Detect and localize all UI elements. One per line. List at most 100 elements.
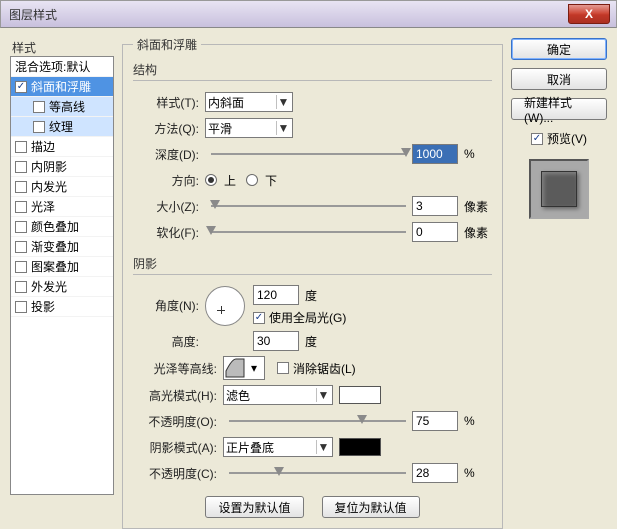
antialias-checkbox[interactable]: 消除锯齿(L) bbox=[277, 360, 356, 377]
altitude-input[interactable]: 30 bbox=[253, 331, 299, 351]
technique-combo[interactable]: 平滑 ▼ bbox=[205, 118, 293, 138]
close-button[interactable]: X bbox=[568, 4, 610, 24]
chevron-down-icon: ▼ bbox=[316, 388, 330, 402]
list-item-label: 图案叠加 bbox=[31, 258, 79, 275]
direction-up-radio[interactable]: 上 bbox=[205, 172, 236, 189]
shadow-opacity-input[interactable]: 28 bbox=[412, 463, 458, 483]
list-item-label: 渐变叠加 bbox=[31, 238, 79, 255]
list-item-label: 描边 bbox=[31, 138, 55, 155]
size-unit: 像素 bbox=[464, 198, 492, 215]
styles-list[interactable]: 混合选项:默认 ✓ 斜面和浮雕等高线纹理描边内阴影内发光光泽颜色叠加渐变叠加图案叠加… bbox=[10, 56, 114, 495]
list-item[interactable]: 内发光 bbox=[11, 177, 113, 197]
list-item[interactable]: 描边 bbox=[11, 137, 113, 157]
technique-label: 方法(Q): bbox=[133, 120, 205, 137]
list-item[interactable]: 图案叠加 bbox=[11, 257, 113, 277]
checkbox-icon bbox=[15, 201, 27, 213]
style-combo[interactable]: 内斜面 ▼ bbox=[205, 92, 293, 112]
shadow-opacity-slider[interactable] bbox=[229, 464, 406, 482]
checkbox-icon bbox=[33, 101, 45, 113]
highlight-opacity-slider[interactable] bbox=[229, 412, 406, 430]
ok-button[interactable]: 确定 bbox=[511, 38, 607, 60]
angle-input[interactable]: 120 bbox=[253, 285, 299, 305]
list-item[interactable]: 投影 bbox=[11, 297, 113, 317]
bevel-group: 斜面和浮雕 结构 样式(T): 内斜面 ▼ 方法(Q): 平滑 ▼ 深度(D): 1… bbox=[122, 36, 503, 529]
list-item[interactable]: 内阴影 bbox=[11, 157, 113, 177]
highlight-mode-combo[interactable]: 滤色▼ bbox=[223, 385, 333, 405]
list-item[interactable]: 纹理 bbox=[11, 117, 113, 137]
size-slider[interactable] bbox=[211, 197, 406, 215]
global-light-checkbox[interactable]: ✓使用全局光(G) bbox=[253, 309, 346, 326]
list-item-label: 等高线 bbox=[49, 98, 85, 115]
list-item[interactable]: 渐变叠加 bbox=[11, 237, 113, 257]
titlebar[interactable]: 图层样式 X bbox=[0, 0, 617, 28]
technique-value: 平滑 bbox=[208, 120, 232, 137]
direction-down-radio[interactable]: 下 bbox=[246, 172, 277, 189]
angle-label: 角度(N): bbox=[133, 297, 205, 314]
make-default-button[interactable]: 设置为默认值 bbox=[205, 496, 303, 518]
size-label: 大小(Z): bbox=[133, 198, 205, 215]
list-item-label: 颜色叠加 bbox=[31, 218, 79, 235]
highlight-color-swatch[interactable] bbox=[339, 386, 381, 404]
chevron-down-icon: ▾ bbox=[246, 361, 262, 375]
list-item[interactable]: ✓ 斜面和浮雕 bbox=[11, 77, 113, 97]
list-item-label: 内阴影 bbox=[31, 158, 67, 175]
structure-legend: 结构 bbox=[133, 61, 492, 78]
gloss-contour-picker[interactable]: ▾ bbox=[223, 356, 265, 380]
list-item[interactable]: 颜色叠加 bbox=[11, 217, 113, 237]
list-item-label: 外发光 bbox=[31, 278, 67, 295]
preview-thumbnail bbox=[529, 159, 589, 219]
depth-label: 深度(D): bbox=[133, 146, 205, 163]
checkbox-icon bbox=[15, 221, 27, 233]
depth-slider[interactable] bbox=[211, 145, 406, 163]
contour-icon bbox=[224, 357, 246, 379]
cancel-button[interactable]: 取消 bbox=[511, 68, 607, 90]
reset-default-button[interactable]: 复位为默认值 bbox=[322, 496, 420, 518]
checkbox-icon bbox=[15, 261, 27, 273]
depth-input[interactable]: 1000 bbox=[412, 144, 458, 164]
new-style-button[interactable]: 新建样式(W)... bbox=[511, 98, 607, 120]
angle-dial[interactable] bbox=[205, 286, 245, 326]
depth-unit: % bbox=[464, 147, 492, 161]
style-value: 内斜面 bbox=[208, 94, 244, 111]
style-label: 样式(T): bbox=[133, 94, 205, 111]
checkbox-icon bbox=[15, 181, 27, 193]
list-item-label: 投影 bbox=[31, 298, 55, 315]
list-item-label: 光泽 bbox=[31, 198, 55, 215]
list-item[interactable]: 光泽 bbox=[11, 197, 113, 217]
gloss-label: 光泽等高线: bbox=[133, 360, 223, 377]
shading-legend: 阴影 bbox=[133, 255, 492, 272]
soften-input[interactable]: 0 bbox=[412, 222, 458, 242]
list-item[interactable]: 混合选项:默认 bbox=[11, 57, 113, 77]
chevron-down-icon: ▼ bbox=[316, 440, 330, 454]
structure-group: 结构 样式(T): 内斜面 ▼ 方法(Q): 平滑 ▼ 深度(D): 1000 % bbox=[133, 61, 492, 247]
preview-checkbox[interactable]: ✓预览(V) bbox=[511, 130, 607, 147]
list-item-label: 内发光 bbox=[31, 178, 67, 195]
shading-group: 阴影 角度(N): 120 度 ✓使用全局光(G) 高度: bbox=[133, 255, 492, 488]
shadow-opacity-label: 不透明度(C): bbox=[133, 465, 223, 482]
styles-header: 样式 bbox=[10, 36, 114, 56]
list-item[interactable]: 等高线 bbox=[11, 97, 113, 117]
direction-label: 方向: bbox=[133, 172, 205, 189]
shadow-color-swatch[interactable] bbox=[339, 438, 381, 456]
list-item[interactable]: 外发光 bbox=[11, 277, 113, 297]
highlight-opacity-input[interactable]: 75 bbox=[412, 411, 458, 431]
soften-unit: 像素 bbox=[464, 224, 492, 241]
shadow-mode-label: 阴影模式(A): bbox=[133, 439, 223, 456]
checkbox-icon: ✓ bbox=[15, 81, 27, 93]
checkbox-icon bbox=[15, 281, 27, 293]
altitude-label: 高度: bbox=[133, 333, 205, 350]
list-item-label: 混合选项:默认 bbox=[15, 58, 90, 75]
chevron-down-icon: ▼ bbox=[276, 121, 290, 135]
angle-unit: 度 bbox=[305, 287, 317, 304]
shadow-mode-combo[interactable]: 正片叠底▼ bbox=[223, 437, 333, 457]
soften-slider[interactable] bbox=[211, 223, 406, 241]
bevel-legend: 斜面和浮雕 bbox=[133, 36, 201, 53]
soften-label: 软化(F): bbox=[133, 224, 205, 241]
chevron-down-icon: ▼ bbox=[276, 95, 290, 109]
highlight-opacity-unit: % bbox=[464, 414, 492, 428]
altitude-unit: 度 bbox=[305, 333, 317, 350]
list-item-label: 斜面和浮雕 bbox=[31, 78, 91, 95]
shadow-opacity-unit: % bbox=[464, 466, 492, 480]
size-input[interactable]: 3 bbox=[412, 196, 458, 216]
checkbox-icon bbox=[33, 121, 45, 133]
